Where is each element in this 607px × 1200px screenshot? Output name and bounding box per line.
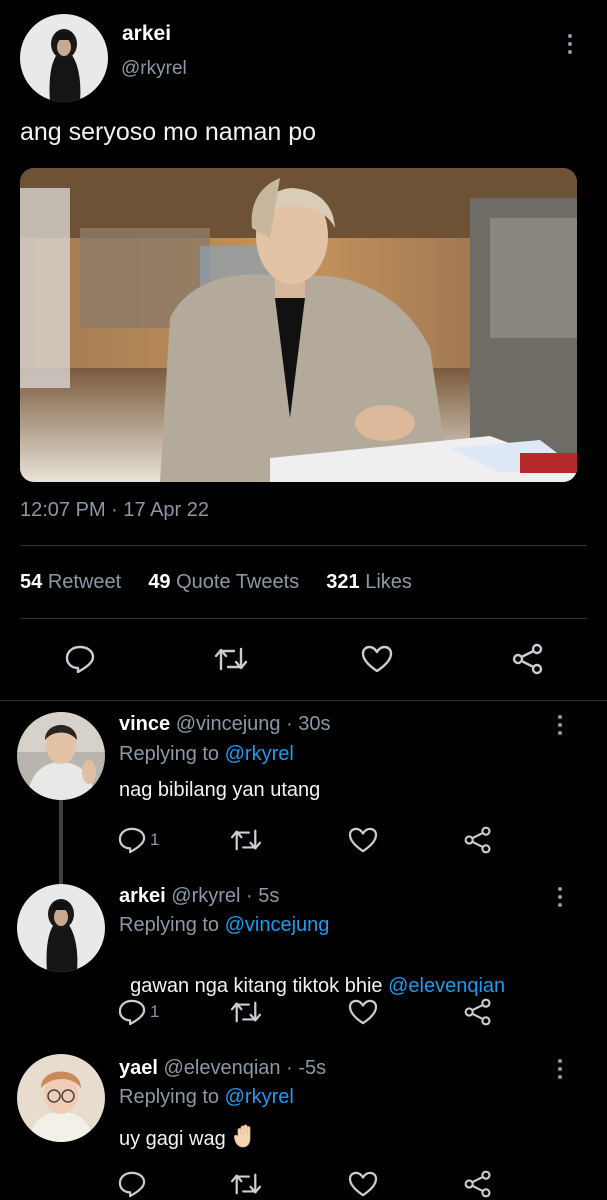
reply-author-name[interactable]: arkei <box>119 885 166 907</box>
kebab-icon[interactable] <box>556 1059 564 1079</box>
heart-icon[interactable] <box>361 645 393 673</box>
replying-to: Replying to @rkyrel <box>119 743 294 765</box>
tweet-timestamp: 12:07 PM · 17 Apr 22 <box>20 499 210 521</box>
reply-count: 1 <box>150 1002 160 1021</box>
reply-header: vince @vincejung · 30s <box>119 713 331 736</box>
heart-icon[interactable] <box>348 999 378 1025</box>
reply-meta[interactable]: @elevenqian · -5s <box>164 1057 327 1079</box>
replying-to-link[interactable]: @vincejung <box>225 914 330 936</box>
likes-stat[interactable]: 321 Likes <box>326 571 412 593</box>
share-icon[interactable] <box>463 1169 493 1199</box>
tweet-photo[interactable] <box>20 168 577 482</box>
reply-avatar[interactable] <box>17 884 105 972</box>
share-icon[interactable] <box>511 643 545 675</box>
tweet-text: ang seryoso mo naman po <box>20 118 317 146</box>
retweet-icon[interactable] <box>230 1171 262 1197</box>
kebab-icon[interactable] <box>556 887 564 907</box>
tweet-stats: 54 Retweet 49 Quote Tweets 321 Likes <box>20 571 412 594</box>
retweets-stat[interactable]: 54 Retweet <box>20 571 121 593</box>
reply-icon[interactable] <box>118 827 146 853</box>
author-name[interactable]: arkei <box>122 22 171 46</box>
reply-author-name[interactable]: yael <box>119 1057 158 1079</box>
thread-connector <box>59 798 63 888</box>
replying-to: Replying to @rkyrel <box>119 1086 294 1108</box>
reply-meta[interactable]: @rkyrel · 5s <box>171 885 279 907</box>
share-icon[interactable] <box>463 997 493 1027</box>
replying-to-link[interactable]: @rkyrel <box>225 743 294 765</box>
reply-text: nag bibilang yan utang <box>119 779 321 801</box>
kebab-icon[interactable] <box>566 34 574 54</box>
reply-icon[interactable] <box>118 999 146 1025</box>
reply-icon[interactable] <box>118 1171 146 1197</box>
quotes-stat[interactable]: 49 Quote Tweets <box>148 571 299 593</box>
retweet-icon[interactable] <box>214 645 248 673</box>
retweet-icon[interactable] <box>230 999 262 1025</box>
kebab-icon[interactable] <box>556 715 564 735</box>
reply-header: yael @elevenqian · -5s <box>119 1057 326 1080</box>
retweet-icon[interactable] <box>230 827 262 853</box>
author-avatar[interactable] <box>20 14 108 102</box>
reply-header: arkei @rkyrel · 5s <box>119 885 279 908</box>
reply-text: uy gagi wag <box>119 1124 256 1154</box>
replying-to-link[interactable]: @rkyrel <box>225 1086 294 1108</box>
reply-icon[interactable] <box>65 645 95 673</box>
author-handle[interactable]: @rkyrel <box>121 58 187 80</box>
reply-avatar[interactable] <box>17 1054 105 1142</box>
mention-link[interactable]: @elevenqian <box>388 975 505 997</box>
reply-avatar[interactable] <box>17 712 105 800</box>
share-icon[interactable] <box>463 825 493 855</box>
reply-meta[interactable]: @vincejung · 30s <box>176 713 331 735</box>
raised-hand-emoji <box>233 1124 256 1154</box>
replying-to: Replying to @vincejung <box>119 914 330 936</box>
heart-icon[interactable] <box>348 827 378 853</box>
reply-author-name[interactable]: vince <box>119 713 170 735</box>
heart-icon[interactable] <box>348 1171 378 1197</box>
reply-count: 1 <box>150 830 160 849</box>
reply-text: gawan nga kitang tiktok bhie @elevenqian <box>130 975 506 997</box>
